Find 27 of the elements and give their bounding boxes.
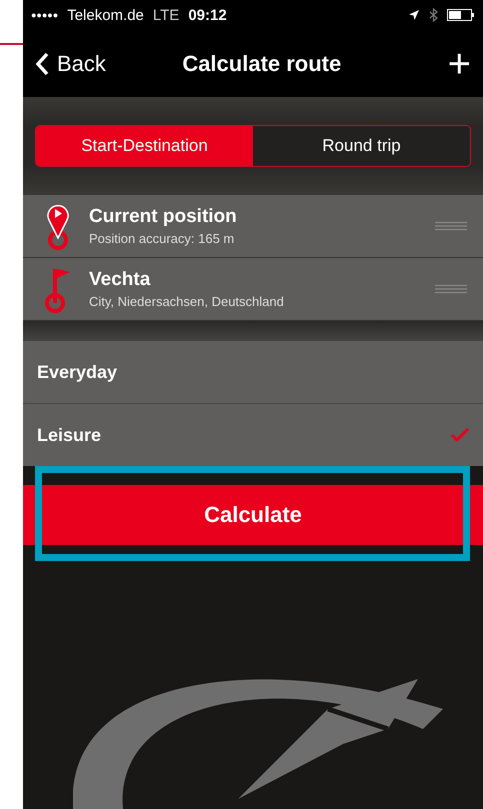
drag-handle-icon[interactable]: [435, 284, 467, 294]
segment-tab[interactable]: Round trip: [253, 126, 470, 166]
screen-title: Calculate route: [181, 50, 342, 76]
drag-handle-icon[interactable]: [435, 221, 467, 231]
profile-label: Leisure: [37, 424, 102, 446]
segment-tab[interactable]: Start-Destination: [36, 126, 253, 166]
network-type: LTE: [152, 6, 180, 24]
add-button[interactable]: +: [448, 44, 471, 84]
start-pin-icon: [45, 202, 71, 250]
signal-dots: ●●●●●: [31, 10, 58, 20]
profile-label: Everyday: [37, 362, 118, 382]
calculate-button[interactable]: Calculate: [23, 485, 483, 545]
status-time: 09:12: [188, 6, 227, 24]
back-button[interactable]: Back: [35, 50, 106, 76]
waypoint-row[interactable]: Current position Position accuracy: 165 m: [23, 195, 483, 258]
chevron-left-icon: [35, 52, 49, 76]
waypoint-detail: Position accuracy: 165 m: [89, 231, 236, 246]
waypoint-detail: City, Niedersachsen, Deutschland: [89, 294, 285, 309]
battery-icon: [447, 9, 475, 21]
location-arrow-icon: [408, 9, 420, 21]
carrier-name: Telekom.de: [67, 6, 144, 24]
bluetooth-icon: [429, 8, 438, 22]
waypoint-name: Current position: [89, 206, 238, 228]
profile-option[interactable]: Everyday: [23, 341, 483, 404]
leader-line: [0, 43, 23, 45]
profile-option[interactable]: Leisure: [23, 404, 483, 466]
waypoint-name: Vechta: [89, 269, 152, 291]
